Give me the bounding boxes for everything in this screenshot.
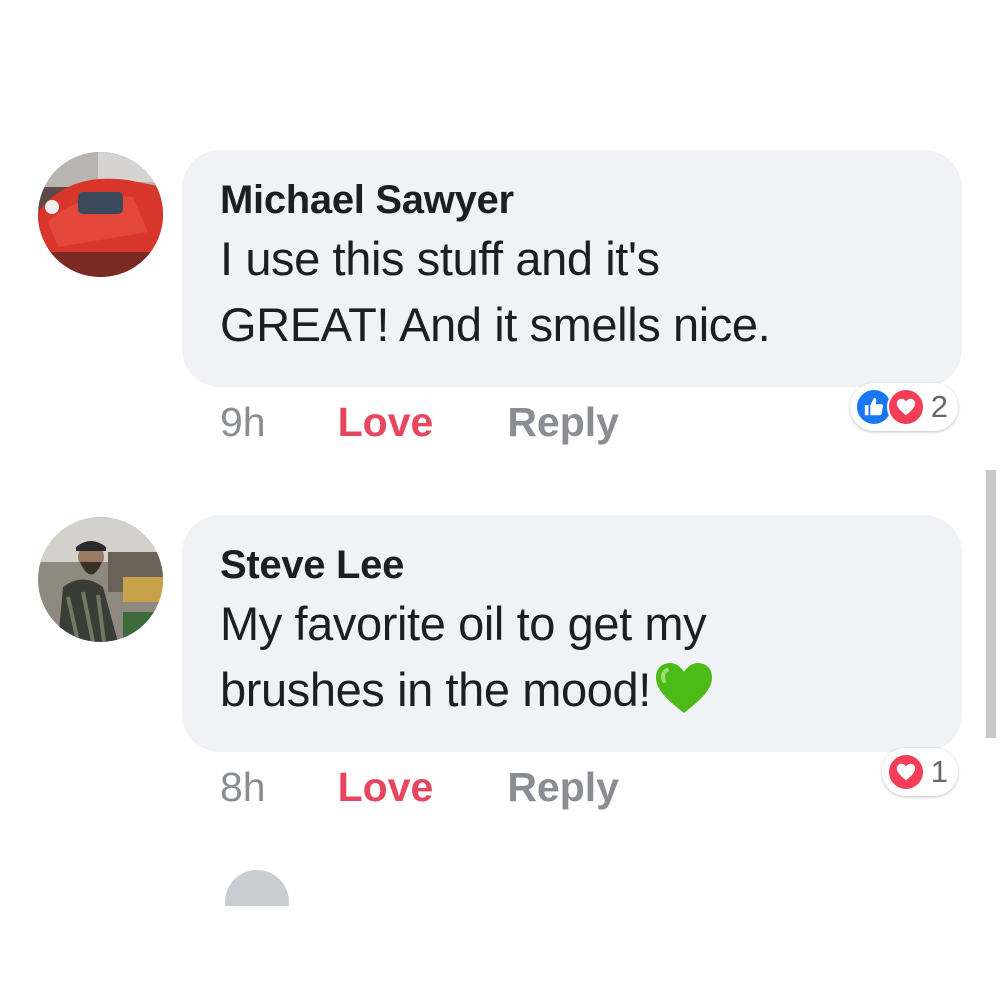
love-reaction-icon bbox=[886, 388, 925, 426]
comment-text-line: My favorite oil to get my bbox=[220, 597, 707, 650]
comment-author[interactable]: Steve Lee bbox=[220, 539, 962, 591]
reaction-count: 1 bbox=[930, 754, 948, 789]
comment-text-line: I use this stuff and it's bbox=[220, 232, 660, 285]
avatar-photo-red-car bbox=[38, 152, 163, 277]
scrollbar[interactable] bbox=[986, 470, 996, 738]
love-reaction-icon bbox=[886, 753, 925, 791]
green-heart-icon bbox=[655, 663, 712, 713]
reaction-summary[interactable]: 1 bbox=[881, 748, 958, 796]
comment-timestamp[interactable]: 8h bbox=[220, 757, 266, 817]
comment-bubble: Michael Sawyer I use this stuff and it's… bbox=[182, 150, 962, 387]
reaction-summary[interactable]: 2 bbox=[849, 383, 958, 431]
reply-button[interactable]: Reply bbox=[507, 757, 619, 817]
avatar[interactable] bbox=[38, 152, 163, 277]
comment-text-line: brushes in the mood! bbox=[220, 657, 962, 723]
comment-actions: 8h Love Reply bbox=[220, 757, 619, 817]
comment-timestamp[interactable]: 9h bbox=[220, 392, 266, 452]
comment-text-line: GREAT! And it smells nice. bbox=[220, 298, 771, 351]
comment-author[interactable]: Michael Sawyer bbox=[220, 174, 962, 226]
love-button[interactable]: Love bbox=[338, 392, 434, 452]
reply-button[interactable]: Reply bbox=[507, 392, 619, 452]
love-button[interactable]: Love bbox=[338, 757, 434, 817]
reaction-count: 2 bbox=[930, 389, 948, 424]
avatar-photo-man-in-cap bbox=[38, 517, 163, 642]
next-comment-avatar bbox=[225, 866, 289, 906]
comment-text-segment: brushes in the mood! bbox=[220, 663, 651, 716]
comment-actions: 9h Love Reply bbox=[220, 392, 619, 452]
avatar[interactable] bbox=[38, 517, 163, 642]
comment-bubble: Steve Lee My favorite oil to get my brus… bbox=[182, 515, 962, 752]
